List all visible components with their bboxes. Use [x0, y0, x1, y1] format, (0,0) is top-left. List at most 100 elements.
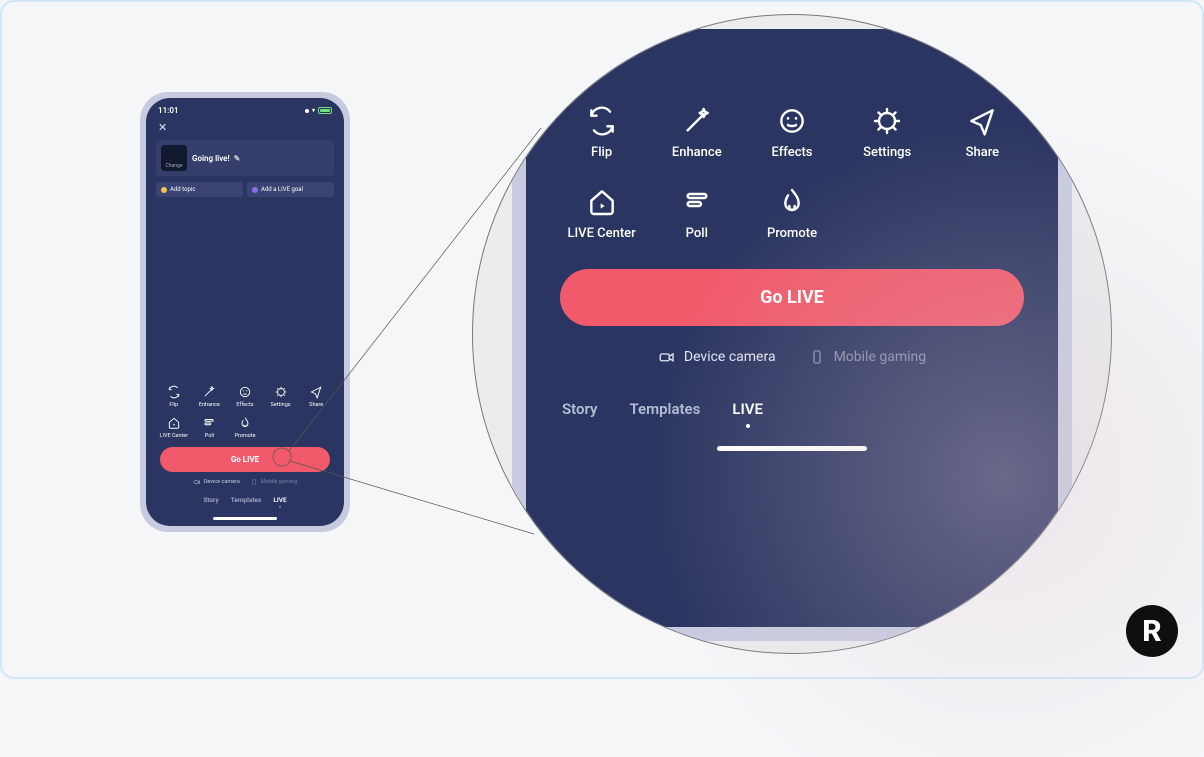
cover-thumb[interactable]: Change	[161, 145, 187, 171]
poll-label: Poll	[686, 226, 708, 241]
add-topic-chip[interactable]: Add topic	[156, 182, 243, 197]
camera-icon	[193, 478, 201, 486]
phone-screen: 11:01 ▾ ✕ Change Going live! ✎ Add topic	[146, 98, 344, 526]
go-live-button[interactable]: Go LIVE	[160, 447, 330, 472]
signal-dot-icon	[305, 109, 309, 113]
go-live-label: Go LIVE	[760, 287, 824, 308]
pencil-icon[interactable]: ✎	[234, 154, 241, 163]
live-title: Going live!	[192, 154, 230, 163]
enhance-icon	[202, 385, 216, 399]
enhance-button[interactable]: Enhance	[649, 105, 744, 160]
add-goal-chip[interactable]: Add a LIVE goal	[247, 182, 334, 197]
settings-label: Settings	[271, 402, 291, 408]
live-center-label: LIVE Center	[567, 226, 635, 241]
phone-icon	[808, 348, 826, 366]
promote-icon	[238, 416, 252, 430]
settings-icon	[274, 385, 288, 399]
mobile-gaming-option[interactable]: Mobile gaming	[808, 348, 927, 366]
effects-button[interactable]: Effects	[744, 105, 839, 160]
share-label: Share	[966, 145, 1000, 160]
zoom-screen: Flip Enhance Effects Settings	[526, 29, 1058, 627]
status-bar: 11:01 ▾	[146, 98, 344, 119]
camera-icon	[658, 348, 676, 366]
phone-icon	[250, 478, 258, 486]
topic-dot-icon	[161, 187, 167, 193]
go-live-button[interactable]: Go LIVE	[560, 269, 1024, 326]
live-center-button[interactable]: LIVE Center	[156, 416, 192, 439]
go-live-label: Go LIVE	[231, 455, 259, 464]
effects-icon	[238, 385, 252, 399]
share-icon	[966, 105, 998, 137]
effects-label: Effects	[236, 402, 253, 408]
close-icon[interactable]: ✕	[158, 121, 167, 134]
title-card[interactable]: Change Going live! ✎	[156, 140, 334, 176]
share-icon	[309, 385, 323, 399]
enhance-label: Enhance	[672, 145, 722, 160]
poll-icon	[202, 416, 216, 430]
settings-button[interactable]: Settings	[263, 385, 299, 408]
effects-button[interactable]: Effects	[227, 385, 263, 408]
status-time: 11:01	[158, 106, 178, 115]
mobile-gaming-label: Mobile gaming	[834, 349, 927, 365]
settings-icon	[871, 105, 903, 137]
mode-tabs: Story Templates LIVE	[146, 496, 344, 511]
brand-letter: R	[1142, 614, 1161, 649]
magnifier: Flip Enhance Effects Settings	[472, 14, 1112, 654]
mobile-gaming-option[interactable]: Mobile gaming	[250, 478, 297, 486]
tool-icon-grid: Flip Enhance Effects Settings Share LIVE…	[146, 385, 344, 445]
flip-button[interactable]: Flip	[554, 105, 649, 160]
effects-icon	[776, 105, 808, 137]
status-right: ▾	[305, 107, 332, 114]
add-topic-label: Add topic	[170, 186, 195, 193]
brand-badge: R	[1126, 605, 1178, 657]
tab-templates[interactable]: Templates	[231, 496, 262, 511]
share-button[interactable]: Share	[298, 385, 334, 408]
change-cover-label: Change	[166, 163, 183, 169]
source-row: Device camera Mobile gaming	[146, 478, 344, 486]
enhance-icon	[681, 105, 713, 137]
close-row: ✕	[146, 119, 344, 140]
promote-icon	[776, 186, 808, 218]
goal-dot-icon	[252, 187, 258, 193]
promote-button[interactable]: Promote	[744, 186, 839, 241]
device-camera-label: Device camera	[684, 349, 776, 365]
home-indicator	[213, 517, 277, 520]
promote-label: Promote	[767, 226, 817, 241]
effects-label: Effects	[771, 145, 812, 160]
tool-icon-grid-zoom: Flip Enhance Effects Settings	[554, 105, 1030, 241]
flip-label: Flip	[169, 402, 178, 408]
chips-row: Add topic Add a LIVE goal	[156, 182, 334, 197]
source-row: Device camera Mobile gaming	[554, 348, 1030, 366]
flip-label: Flip	[591, 145, 612, 160]
live-center-icon	[586, 186, 618, 218]
promote-label: Promote	[234, 433, 255, 439]
battery-icon	[318, 107, 332, 114]
magnifier-circle: Flip Enhance Effects Settings	[472, 14, 1112, 654]
enhance-button[interactable]: Enhance	[192, 385, 228, 408]
share-button[interactable]: Share	[935, 105, 1030, 160]
poll-button[interactable]: Poll	[649, 186, 744, 241]
share-label: Share	[309, 402, 323, 408]
tab-live[interactable]: LIVE	[732, 400, 763, 418]
flip-icon	[586, 105, 618, 137]
tab-story[interactable]: Story	[562, 400, 597, 418]
live-center-button[interactable]: LIVE Center	[554, 186, 649, 241]
zoom-phone-frame: Flip Enhance Effects Settings	[512, 29, 1072, 641]
flip-icon	[167, 385, 181, 399]
poll-icon	[681, 186, 713, 218]
settings-button[interactable]: Settings	[840, 105, 935, 160]
mode-tabs: Story Templates LIVE	[554, 400, 1030, 418]
tab-live[interactable]: LIVE	[273, 496, 286, 511]
promote-button[interactable]: Promote	[227, 416, 263, 439]
home-indicator	[717, 446, 867, 451]
device-camera-option[interactable]: Device camera	[193, 478, 240, 486]
tab-templates[interactable]: Templates	[629, 400, 700, 418]
flip-button[interactable]: Flip	[156, 385, 192, 408]
device-camera-label: Device camera	[204, 479, 240, 485]
add-goal-label: Add a LIVE goal	[261, 186, 303, 193]
poll-button[interactable]: Poll	[192, 416, 228, 439]
live-center-label: LIVE Center	[160, 433, 189, 439]
poll-label: Poll	[205, 433, 214, 439]
tab-story[interactable]: Story	[203, 496, 218, 511]
device-camera-option[interactable]: Device camera	[658, 348, 776, 366]
